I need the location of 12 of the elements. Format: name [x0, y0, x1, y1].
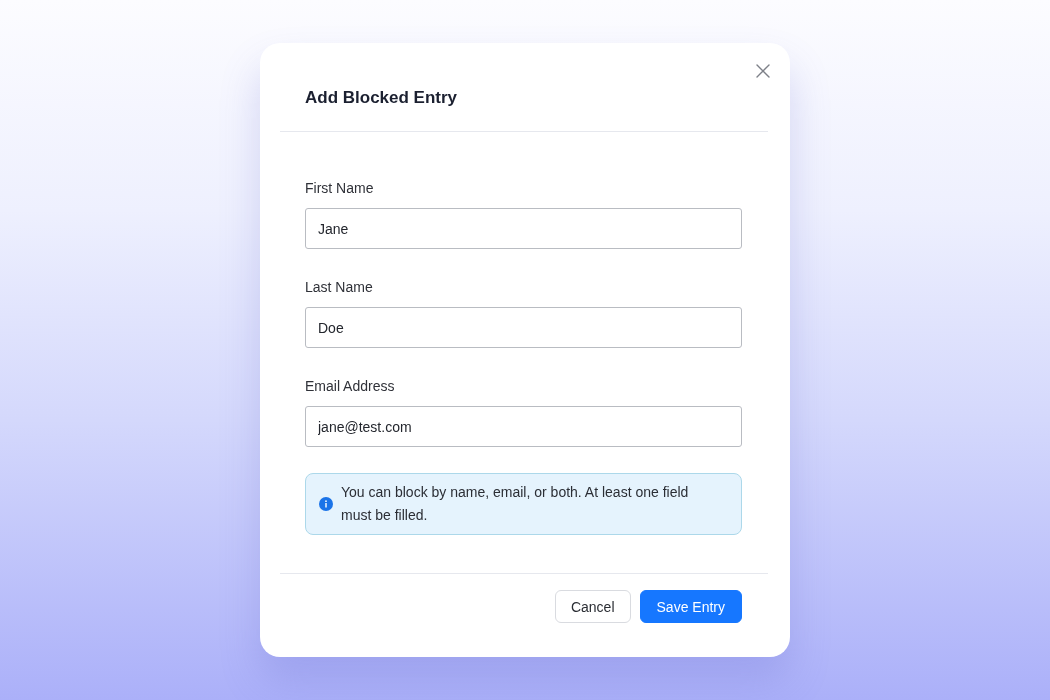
save-button[interactable]: Save Entry [639, 590, 742, 623]
cancel-button[interactable]: Cancel [554, 590, 631, 623]
close-icon[interactable] [755, 63, 771, 79]
dialog-title: Add Blocked Entry [305, 87, 458, 109]
info-icon [319, 497, 333, 511]
input-field[interactable]: Jane [305, 208, 742, 249]
input-field[interactable]: Doe [305, 307, 742, 348]
input-field[interactable]: jane@test.com [305, 406, 742, 447]
field-label: Email Address [305, 377, 395, 396]
info-text: You can block by name, email, or both. At least one field must be filled. [341, 483, 690, 525]
field-label: Last Name [305, 278, 373, 297]
field-label: First Name [305, 179, 374, 198]
